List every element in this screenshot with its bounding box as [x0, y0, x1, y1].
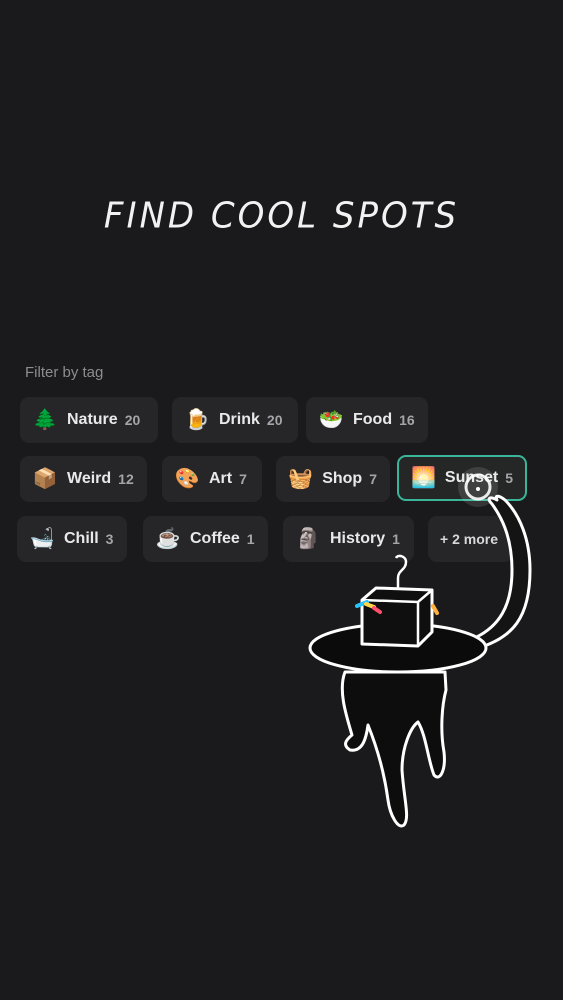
- robot-doodle-illustration: [308, 467, 532, 828]
